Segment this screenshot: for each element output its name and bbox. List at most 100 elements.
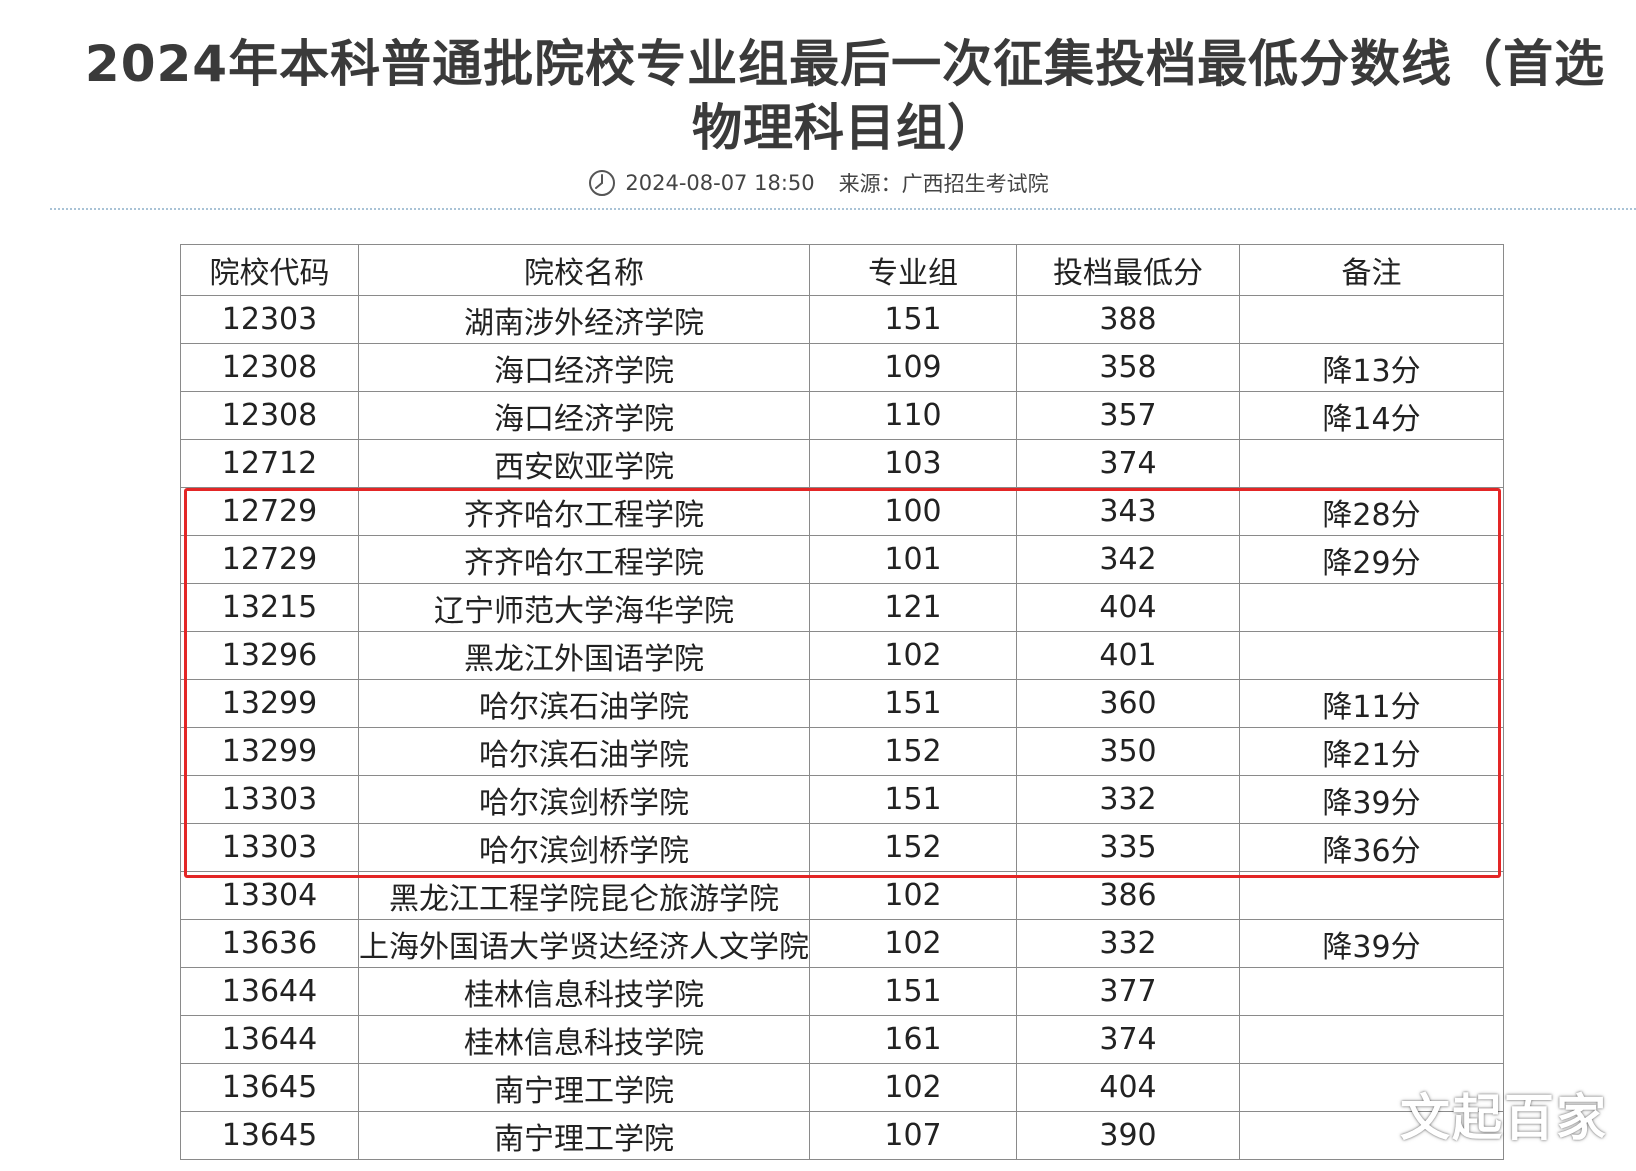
table-row: 12308 海口经济学院 110 357 降14分 bbox=[180, 391, 1504, 440]
cell-min-score: 332 bbox=[1016, 775, 1240, 824]
table-row: 13299 哈尔滨石油学院 151 360 降11分 bbox=[180, 679, 1504, 728]
cell-school-name: 齐齐哈尔工程学院 bbox=[358, 487, 810, 536]
table-row: 13636 上海外国语大学贤达经济人文学院 102 332 降39分 bbox=[180, 919, 1504, 968]
header-min-score: 投档最低分 bbox=[1016, 244, 1240, 296]
cell-major-group: 121 bbox=[809, 583, 1017, 632]
cell-min-score: 350 bbox=[1016, 727, 1240, 776]
table-row: 13645 南宁理工学院 102 404 bbox=[180, 1063, 1504, 1112]
cell-school-name: 南宁理工学院 bbox=[358, 1063, 810, 1112]
cell-school-code: 13636 bbox=[180, 919, 359, 968]
watermark: 文起百家 bbox=[1400, 1089, 1608, 1147]
cell-min-score: 332 bbox=[1016, 919, 1240, 968]
cell-school-name: 海口经济学院 bbox=[358, 343, 810, 392]
cell-remark bbox=[1239, 631, 1504, 680]
table-row: 13303 哈尔滨剑桥学院 151 332 降39分 bbox=[180, 775, 1504, 824]
cell-major-group: 102 bbox=[809, 1063, 1017, 1112]
table-row: 13304 黑龙江工程学院昆仑旅游学院 102 386 bbox=[180, 871, 1504, 920]
cell-school-code: 13303 bbox=[180, 775, 359, 824]
table-row: 13296 黑龙江外国语学院 102 401 bbox=[180, 631, 1504, 680]
cell-remark: 降39分 bbox=[1239, 775, 1504, 824]
cell-remark: 降36分 bbox=[1239, 823, 1504, 872]
cell-major-group: 151 bbox=[809, 679, 1017, 728]
cell-school-code: 13215 bbox=[180, 583, 359, 632]
cell-school-name: 西安欧亚学院 bbox=[358, 439, 810, 488]
cell-school-code: 12308 bbox=[180, 391, 359, 440]
cell-school-code: 13304 bbox=[180, 871, 359, 920]
cell-school-code: 13644 bbox=[180, 1015, 359, 1064]
cell-school-name: 齐齐哈尔工程学院 bbox=[358, 535, 810, 584]
cell-school-name: 哈尔滨石油学院 bbox=[358, 679, 810, 728]
cell-school-code: 12729 bbox=[180, 487, 359, 536]
cell-school-name: 桂林信息科技学院 bbox=[358, 1015, 810, 1064]
cell-min-score: 360 bbox=[1016, 679, 1240, 728]
cell-major-group: 161 bbox=[809, 1015, 1017, 1064]
cell-min-score: 343 bbox=[1016, 487, 1240, 536]
cell-school-name: 南宁理工学院 bbox=[358, 1111, 810, 1160]
cell-remark: 降28分 bbox=[1239, 487, 1504, 536]
cell-school-name: 上海外国语大学贤达经济人文学院 bbox=[358, 919, 810, 968]
cell-school-name: 海口经济学院 bbox=[358, 391, 810, 440]
cell-min-score: 388 bbox=[1016, 295, 1240, 344]
table-header-row: 院校代码 院校名称 专业组 投档最低分 备注 bbox=[180, 244, 1504, 296]
cell-school-code: 13645 bbox=[180, 1111, 359, 1160]
cell-major-group: 110 bbox=[809, 391, 1017, 440]
table-body: 12303 湖南涉外经济学院 151 388 12308 海口经济学院 109 358 降13分… bbox=[180, 295, 1504, 1160]
cell-min-score: 342 bbox=[1016, 535, 1240, 584]
publish-datetime: 2024-08-07 18:50 bbox=[625, 171, 815, 195]
cell-school-name: 辽宁师范大学海华学院 bbox=[358, 583, 810, 632]
table-row: 13644 桂林信息科技学院 161 374 bbox=[180, 1015, 1504, 1064]
header-divider bbox=[50, 208, 1636, 210]
clock-icon bbox=[589, 170, 616, 196]
header-major-group: 专业组 bbox=[809, 244, 1017, 296]
header-school-code: 院校代码 bbox=[180, 244, 359, 296]
cell-major-group: 102 bbox=[809, 631, 1017, 680]
cell-remark: 降14分 bbox=[1239, 391, 1504, 440]
cell-remark: 降29分 bbox=[1239, 535, 1504, 584]
cell-min-score: 404 bbox=[1016, 583, 1240, 632]
cell-major-group: 152 bbox=[809, 823, 1017, 872]
cell-school-name: 黑龙江工程学院昆仑旅游学院 bbox=[358, 871, 810, 920]
cell-remark bbox=[1239, 583, 1504, 632]
cell-major-group: 102 bbox=[809, 919, 1017, 968]
cell-school-code: 13644 bbox=[180, 967, 359, 1016]
cell-major-group: 107 bbox=[809, 1111, 1017, 1160]
score-table: 院校代码 院校名称 专业组 投档最低分 备注 12303 湖南涉外经济学院 151 3… bbox=[180, 244, 1504, 1160]
cell-remark bbox=[1239, 295, 1504, 344]
cell-remark: 降39分 bbox=[1239, 919, 1504, 968]
cell-remark bbox=[1239, 967, 1504, 1016]
table-row: 12729 齐齐哈尔工程学院 101 342 降29分 bbox=[180, 535, 1504, 584]
cell-remark bbox=[1239, 439, 1504, 488]
cell-remark: 降21分 bbox=[1239, 727, 1504, 776]
cell-school-name: 黑龙江外国语学院 bbox=[358, 631, 810, 680]
table-row: 13645 南宁理工学院 107 390 bbox=[180, 1111, 1504, 1160]
page-title: 2024年本科普通批院校专业组最后一次征集投档最低分数线（首选物理科目组） bbox=[84, 35, 1606, 157]
table-row: 13303 哈尔滨剑桥学院 152 335 降36分 bbox=[180, 823, 1504, 872]
header-remark: 备注 bbox=[1239, 244, 1504, 296]
table-row: 12729 齐齐哈尔工程学院 100 343 降28分 bbox=[180, 487, 1504, 536]
cell-major-group: 151 bbox=[809, 967, 1017, 1016]
cell-major-group: 101 bbox=[809, 535, 1017, 584]
table-row: 13215 辽宁师范大学海华学院 121 404 bbox=[180, 583, 1504, 632]
cell-major-group: 151 bbox=[809, 295, 1017, 344]
table-row: 12308 海口经济学院 109 358 降13分 bbox=[180, 343, 1504, 392]
article-source: 来源：广西招生考试院 bbox=[838, 172, 1049, 196]
cell-school-code: 13303 bbox=[180, 823, 359, 872]
cell-school-code: 13299 bbox=[180, 727, 359, 776]
cell-major-group: 103 bbox=[809, 439, 1017, 488]
cell-major-group: 152 bbox=[809, 727, 1017, 776]
cell-school-code: 13299 bbox=[180, 679, 359, 728]
cell-remark bbox=[1239, 1015, 1504, 1064]
cell-min-score: 374 bbox=[1016, 1015, 1240, 1064]
cell-school-code: 12308 bbox=[180, 343, 359, 392]
cell-min-score: 401 bbox=[1016, 631, 1240, 680]
cell-school-code: 12712 bbox=[180, 439, 359, 488]
table-row: 13299 哈尔滨石油学院 152 350 降21分 bbox=[180, 727, 1504, 776]
cell-min-score: 358 bbox=[1016, 343, 1240, 392]
header-school-name: 院校名称 bbox=[358, 244, 810, 296]
cell-min-score: 374 bbox=[1016, 439, 1240, 488]
table-row: 12303 湖南涉外经济学院 151 388 bbox=[180, 295, 1504, 344]
cell-min-score: 404 bbox=[1016, 1063, 1240, 1112]
cell-school-code: 12303 bbox=[180, 295, 359, 344]
table-row: 12712 西安欧亚学院 103 374 bbox=[180, 439, 1504, 488]
cell-school-name: 哈尔滨剑桥学院 bbox=[358, 823, 810, 872]
